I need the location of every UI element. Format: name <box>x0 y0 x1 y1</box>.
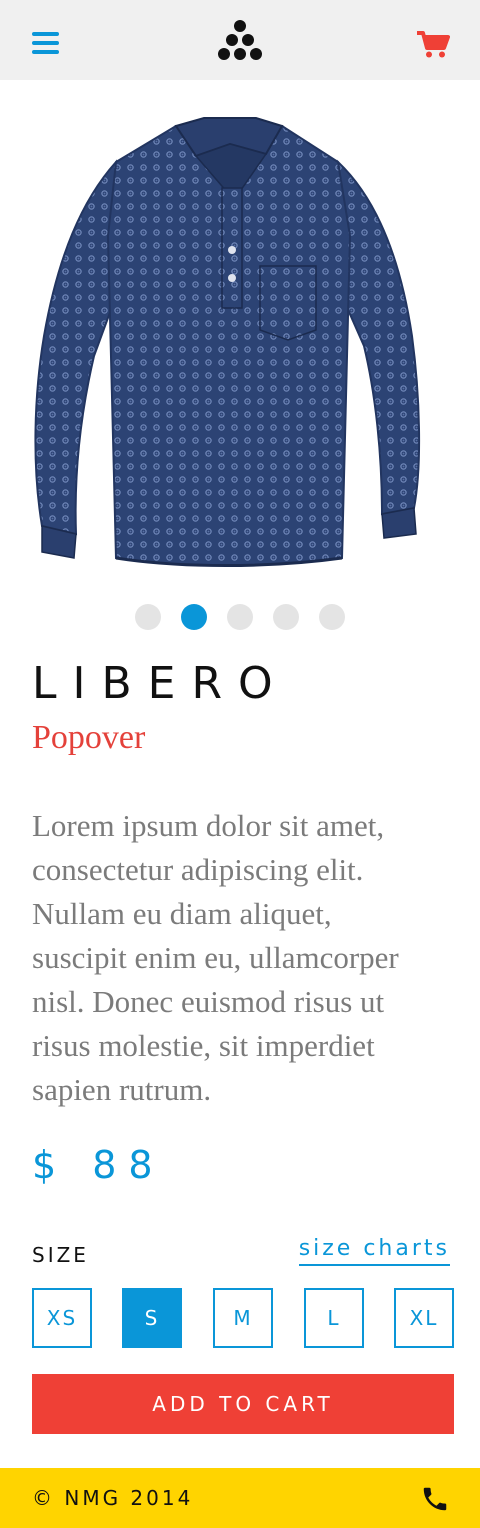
copyright-text: © NMG 2014 <box>32 1486 194 1510</box>
size-option-xl[interactable]: XL <box>394 1288 454 1348</box>
product-subtitle: Popover <box>32 719 146 756</box>
size-charts-link[interactable]: size charts <box>298 1234 450 1266</box>
carousel-dot-5[interactable] <box>319 604 345 630</box>
product-image <box>34 117 421 567</box>
carousel-pagination <box>0 604 480 632</box>
size-option-m[interactable]: M <box>213 1288 273 1348</box>
size-option-l[interactable]: L <box>304 1288 364 1348</box>
size-options: XS S M L XL <box>32 1288 456 1350</box>
shopping-cart-icon[interactable] <box>416 30 450 58</box>
size-option-xs[interactable]: XS <box>32 1288 92 1348</box>
footer-bar: © NMG 2014 <box>0 1468 480 1528</box>
add-to-cart-button[interactable]: ADD TO CART <box>32 1374 454 1434</box>
phone-icon[interactable] <box>420 1484 450 1514</box>
carousel-dot-4[interactable] <box>273 604 299 630</box>
product-description: Lorem ipsum dolor sit amet, consectetur … <box>32 808 399 1107</box>
top-navigation-bar <box>0 0 480 80</box>
size-label: SIZE <box>32 1243 89 1267</box>
hamburger-menu-icon[interactable] <box>32 32 60 54</box>
triangle-dots-logo-icon[interactable] <box>216 18 264 62</box>
carousel-dot-1[interactable] <box>135 604 161 630</box>
product-name: LIBERO <box>32 658 289 709</box>
carousel-dot-2-active[interactable] <box>181 604 207 630</box>
carousel-dot-3[interactable] <box>227 604 253 630</box>
size-option-s[interactable]: S <box>122 1288 182 1348</box>
product-price: $ 88 <box>32 1143 165 1187</box>
